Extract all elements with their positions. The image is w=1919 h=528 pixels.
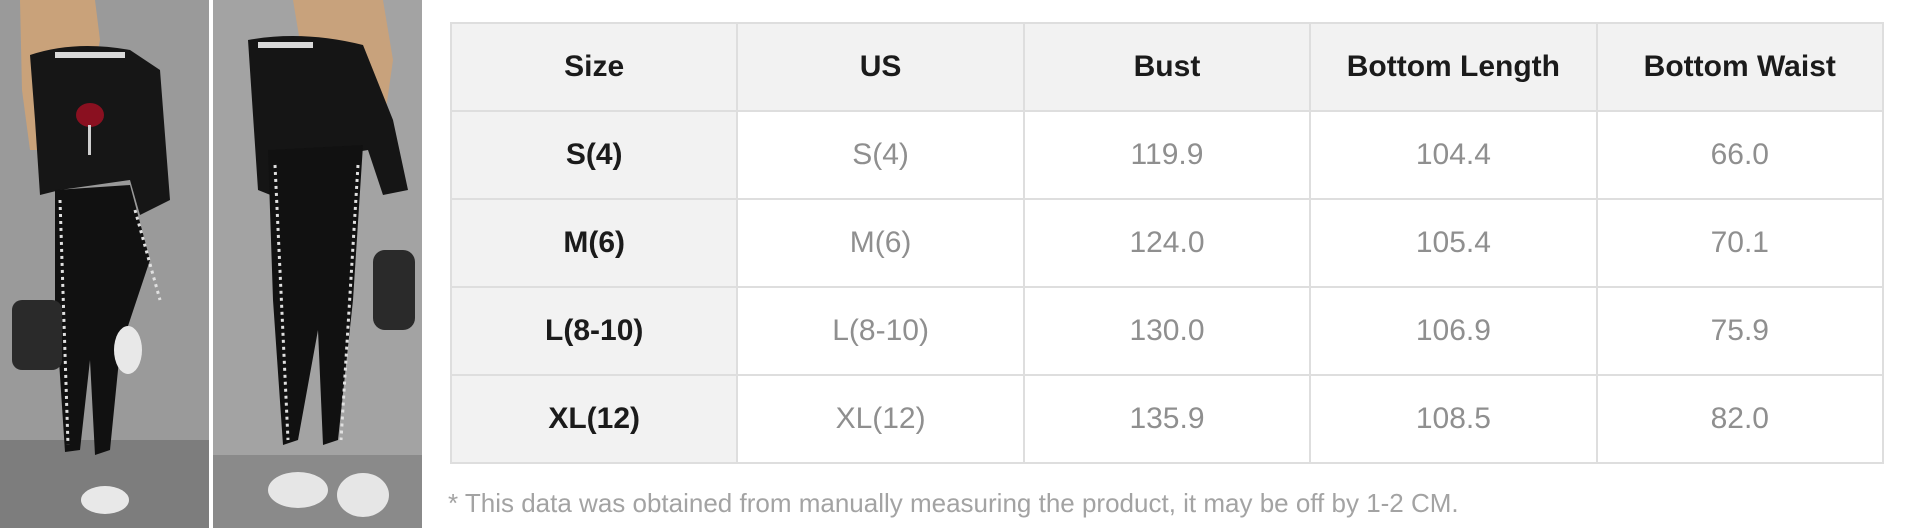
cell-bottom-length: 106.9 bbox=[1309, 286, 1598, 376]
column-header-bust: Bust bbox=[1022, 22, 1312, 112]
cell-us: XL(12) bbox=[736, 374, 1025, 464]
cell-bust: 135.9 bbox=[1022, 374, 1312, 464]
cell-bottom-waist: 66.0 bbox=[1595, 110, 1885, 200]
table-row: M(6) M(6) 124.0 105.4 70.1 bbox=[449, 198, 1885, 288]
measurement-footnote: * This data was obtained from manually m… bbox=[448, 488, 1459, 518]
cell-bottom-waist: 75.9 bbox=[1595, 286, 1885, 376]
cell-bust: 119.9 bbox=[1022, 110, 1312, 200]
cell-bust: 130.0 bbox=[1022, 286, 1312, 376]
cell-bottom-waist: 82.0 bbox=[1595, 374, 1885, 464]
table-header-row: Size US Bust Bottom Length Bottom Waist bbox=[449, 22, 1885, 112]
row-size-label: S(4) bbox=[449, 110, 739, 200]
product-photo-back bbox=[213, 0, 422, 528]
column-header-size: Size bbox=[449, 22, 739, 112]
cell-bottom-waist: 70.1 bbox=[1595, 198, 1885, 288]
size-chart-table: Size US Bust Bottom Length Bottom Waist … bbox=[449, 22, 1885, 464]
column-header-bottom-waist: Bottom Waist bbox=[1595, 22, 1885, 112]
cell-us: L(8-10) bbox=[736, 286, 1025, 376]
cell-bottom-length: 104.4 bbox=[1309, 110, 1598, 200]
product-photos bbox=[0, 0, 422, 528]
table-row: XL(12) XL(12) 135.9 108.5 82.0 bbox=[449, 374, 1885, 464]
cell-us: S(4) bbox=[736, 110, 1025, 200]
product-photo-front bbox=[0, 0, 209, 528]
row-size-label: XL(12) bbox=[449, 374, 739, 464]
table-row: L(8-10) L(8-10) 130.0 106.9 75.9 bbox=[449, 286, 1885, 376]
column-header-us: US bbox=[736, 22, 1025, 112]
column-header-bottom-length: Bottom Length bbox=[1309, 22, 1598, 112]
cell-bottom-length: 108.5 bbox=[1309, 374, 1598, 464]
row-size-label: L(8-10) bbox=[449, 286, 739, 376]
row-size-label: M(6) bbox=[449, 198, 739, 288]
cell-bust: 124.0 bbox=[1022, 198, 1312, 288]
cell-us: M(6) bbox=[736, 198, 1025, 288]
table-row: S(4) S(4) 119.9 104.4 66.0 bbox=[449, 110, 1885, 200]
cell-bottom-length: 105.4 bbox=[1309, 198, 1598, 288]
